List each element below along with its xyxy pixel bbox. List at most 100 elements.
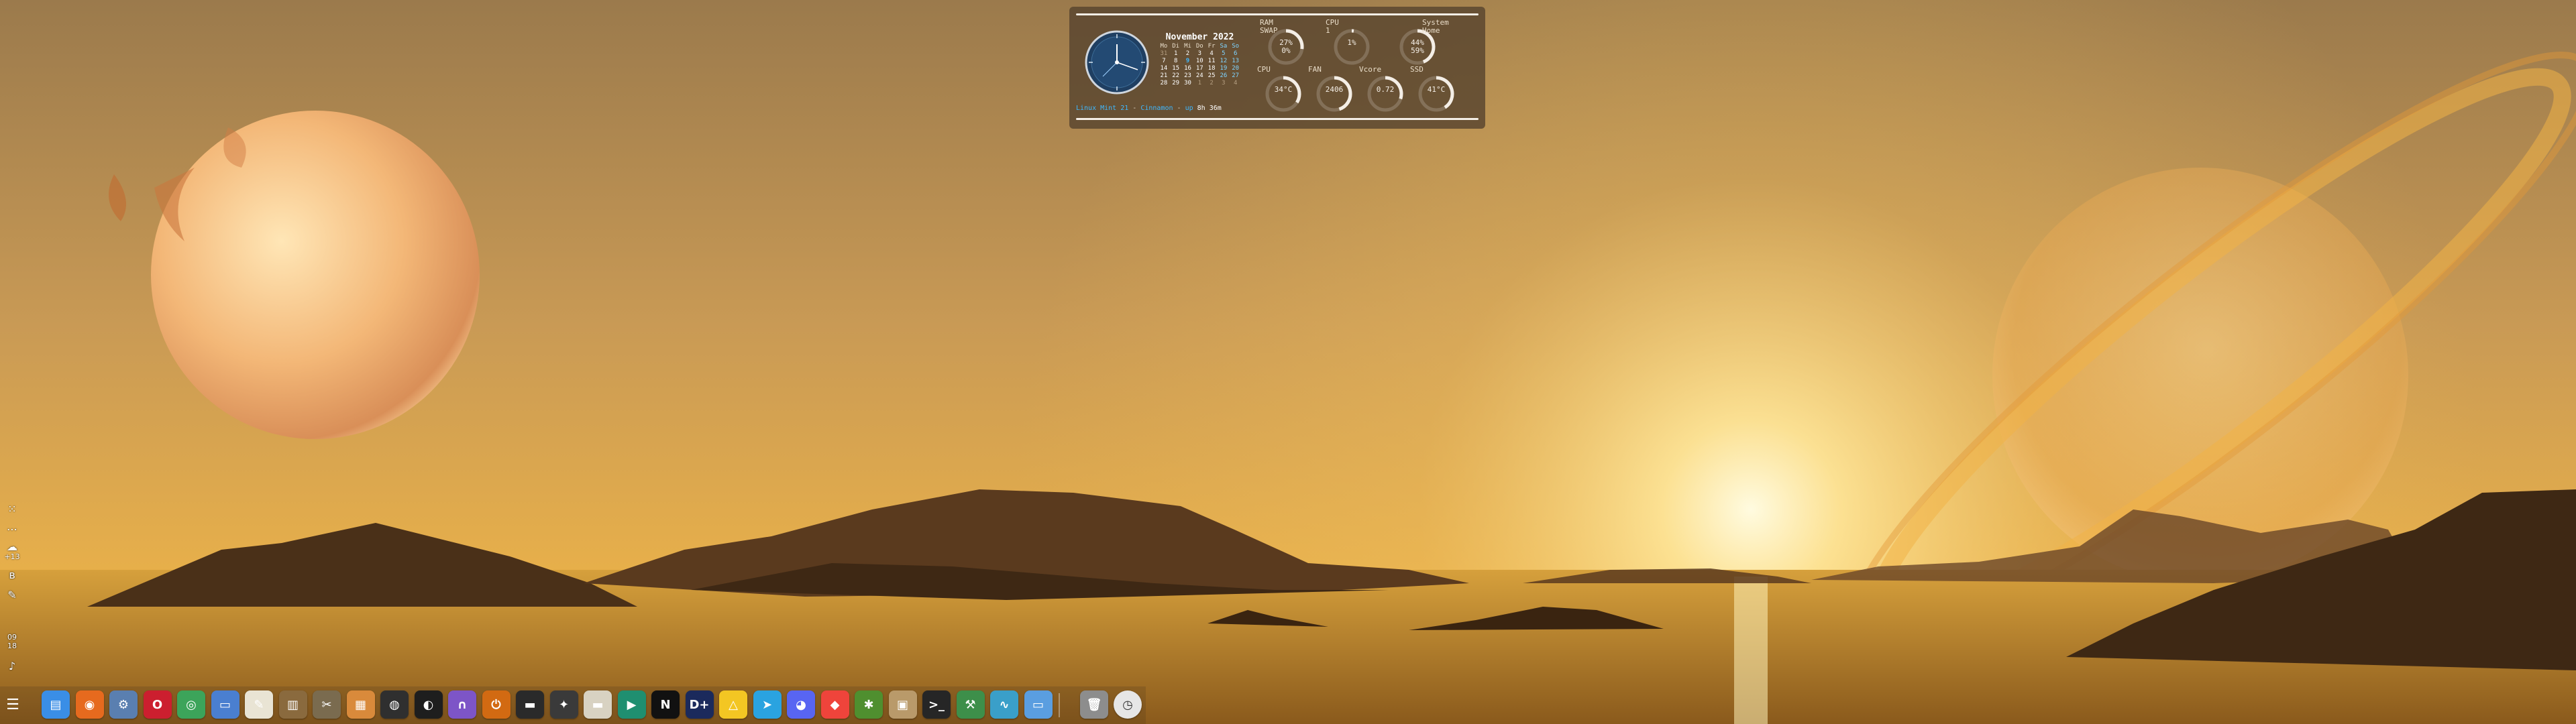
conky-system-monitor: November 2022 Mo Di Mi Do Fr Sa So 31 1 2 3 4 5 6 7 8 9… (1069, 7, 1485, 129)
text-editor-icon[interactable]: ✎ (245, 690, 273, 719)
calendar-weekday: Do (1195, 43, 1203, 50)
left-panel: ⁙ ⋯ ☁ +13 ʙ ✎ 09 18 ♪ (0, 503, 24, 684)
system-status-line: Linux Mint 21 - Cinnamon - up 8h 36m (1076, 105, 1222, 112)
disney-plus-icon[interactable]: D+ (685, 690, 714, 719)
audio-player-icon[interactable]: ◐ (414, 690, 443, 719)
calendar-day: 5 (1222, 50, 1226, 57)
calendar-day: 28 (1160, 80, 1168, 86)
gauge-label: Vcore (1359, 65, 1382, 74)
image-viewer-icon[interactable]: ▦ (346, 690, 375, 719)
calendar-weekday: Sa (1220, 43, 1228, 50)
bluetooth-icon[interactable]: ʙ (0, 568, 24, 581)
calendar-day: 27 (1232, 72, 1240, 79)
image-editor-icon[interactable]: ✂ (313, 690, 341, 719)
calendar-day: 15 (1172, 65, 1180, 72)
trash-icon[interactable]: 🗑 (1080, 690, 1108, 719)
calendar-day: 9 (1185, 58, 1190, 64)
opera-icon[interactable]: O (143, 690, 172, 719)
weather-temperature[interactable]: +13 (0, 552, 24, 561)
gauge-label: CPU 1 (1326, 18, 1339, 35)
uptime-label: up (1185, 105, 1193, 112)
calendar-day: 11 (1208, 58, 1216, 64)
gauge-label: System Home (1422, 18, 1449, 35)
calendar-day: 3 (1222, 80, 1226, 86)
calendar: November 2022 Mo Di Mi Do Fr Sa So 31 1 2 3 4 5 6 7 8 9… (1158, 32, 1242, 87)
calendar-day: 30 (1184, 80, 1191, 86)
calendar-day: 1 (1197, 80, 1201, 86)
gauge-value: 44% 59% (1411, 38, 1424, 55)
divider (1076, 13, 1479, 15)
calendar-day: 25 (1208, 72, 1216, 79)
calendar-day: 16 (1184, 65, 1191, 72)
settings-pen-icon[interactable]: ✎ (0, 589, 24, 601)
calendar-day: 31 (1160, 50, 1168, 57)
divider (1076, 118, 1479, 120)
video-editor-icon[interactable]: ✦ (549, 690, 578, 719)
media-play-icon[interactable]: ▶ (617, 690, 646, 719)
anydesk-icon[interactable]: ◆ (820, 690, 849, 719)
calendar-day: 18 (1208, 65, 1216, 72)
tools-icon[interactable]: ⚒ (956, 690, 985, 719)
system-monitor-icon[interactable]: ∿ (990, 690, 1018, 719)
files-icon[interactable]: ▤ (42, 690, 70, 719)
terminal-icon[interactable]: >_ (922, 690, 951, 719)
calendar-day: 20 (1232, 65, 1240, 72)
discord-icon[interactable]: ◕ (787, 690, 815, 719)
calendar-day: 6 (1233, 50, 1238, 57)
more-dots-icon[interactable]: ⋯ (0, 523, 24, 536)
calendar-month-title: November 2022 (1165, 32, 1234, 42)
calendar-weekday: Fr (1208, 43, 1216, 50)
netflix-icon[interactable]: N (651, 690, 680, 719)
uptime-value: 8h 36m (1197, 105, 1222, 112)
disc-icon[interactable]: ◍ (380, 690, 409, 719)
gauge-track (1334, 29, 1370, 65)
calendar-weekday: Mi (1184, 43, 1191, 50)
gauge-value: 2406 (1325, 85, 1344, 94)
dock-separator (1059, 693, 1060, 717)
clapper-icon[interactable]: ▬ (584, 690, 612, 719)
calendar-day: 2 (1185, 50, 1190, 57)
calendar-day: 22 (1172, 72, 1180, 79)
gauge-label: FAN (1308, 65, 1322, 74)
gauge-value: 34°C (1274, 85, 1293, 94)
music-note-icon[interactable]: ♪ (0, 660, 24, 672)
clock-hours[interactable]: 09 (0, 633, 24, 642)
clock-icon[interactable]: ◷ (1114, 690, 1142, 719)
document-viewer-icon[interactable]: ▭ (211, 690, 239, 719)
weather-cloud-icon[interactable]: ☁ (0, 540, 24, 553)
desktop-icon[interactable]: ▭ (1024, 690, 1053, 719)
puzzle-tool-icon[interactable]: ✱ (855, 690, 883, 719)
menu-button-icon[interactable]: ☰ (3, 690, 23, 719)
package-icon[interactable]: ▣ (888, 690, 917, 719)
telegram-icon[interactable]: ➤ (753, 690, 782, 719)
calendar-day: 24 (1195, 72, 1203, 79)
calendar-week-row: 14 15 16 17 18 19 20 (1158, 65, 1242, 72)
headphones-icon[interactable]: ∩ (448, 690, 476, 719)
calendar-week-row: 31 1 2 3 4 5 6 (1158, 50, 1242, 58)
system-settings-icon[interactable]: ⚙ (109, 690, 138, 719)
calendar-grid: 31 1 2 3 4 5 6 7 8 9 10 11 12 13 14 15 16 17 18 19 20 21 22 23 2… (1158, 50, 1242, 87)
gauge-label: RAM SWAP (1260, 18, 1278, 35)
separator: - (1128, 105, 1141, 112)
calendar-weekday-row: Mo Di Mi Do Fr Sa So (1158, 43, 1242, 50)
calendar-day: 19 (1220, 65, 1228, 72)
distro-name: Linux Mint 21 (1076, 105, 1129, 112)
calendar-day: 4 (1210, 50, 1214, 57)
power-icon[interactable]: ⏻ (482, 690, 511, 719)
vcore-gauge: Vcore 0.72 (1359, 66, 1415, 121)
archive-icon[interactable]: ▥ (278, 690, 307, 719)
chrome-icon[interactable]: ◎ (177, 690, 205, 719)
app-menu-grid-icon[interactable]: ⁙ (0, 503, 24, 516)
google-drive-icon[interactable]: △ (719, 690, 747, 719)
calendar-day: 4 (1233, 80, 1238, 86)
separator: - (1173, 105, 1185, 112)
calendar-day: 23 (1184, 72, 1191, 79)
clapperboard-icon[interactable]: ▬ (516, 690, 544, 719)
cpu-temperature-gauge: CPU 34°C (1257, 66, 1313, 121)
calendar-day: 1 (1173, 50, 1178, 57)
calendar-day: 26 (1220, 72, 1228, 79)
calendar-day: 7 (1162, 58, 1166, 64)
clock-minutes[interactable]: 18 (0, 642, 24, 650)
firefox-icon[interactable]: ◉ (75, 690, 104, 719)
calendar-weekday: Mo (1160, 43, 1168, 50)
